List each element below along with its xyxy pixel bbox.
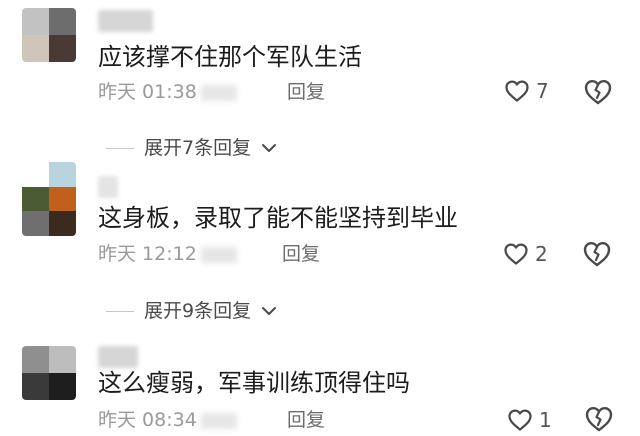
broken-heart-icon[interactable] [582,240,612,268]
avatar[interactable] [22,8,76,62]
chevron-down-icon [262,307,277,315]
expand-replies[interactable]: 展开9条回复 [106,299,277,323]
location-redacted [200,246,237,263]
comment-text: 应该撑不住那个军队生活 [98,43,362,71]
broken-heart-icon[interactable] [583,78,613,106]
username-redacted [98,176,118,198]
reply-button[interactable]: 回复 [287,80,325,104]
heart-outline-icon [504,243,528,265]
divider-line [106,310,134,312]
avatar[interactable] [22,162,76,236]
location-redacted [200,84,237,101]
comment-timestamp: 昨天 01:38 [98,80,237,104]
comment-timestamp: 昨天 12:12 [98,242,237,266]
like-count: 7 [536,79,549,103]
username-redacted [98,346,138,368]
divider-line [106,147,134,149]
expand-replies[interactable]: 展开7条回复 [106,136,277,160]
chevron-down-icon [262,144,277,152]
username-redacted [98,10,153,32]
timestamp-text: 昨天 12:12 [98,243,197,265]
like-count: 2 [535,242,548,266]
expand-replies-label: 展开7条回复 [144,137,252,159]
like-button[interactable]: 7 [504,79,549,103]
reply-button[interactable]: 回复 [282,242,320,266]
comment-text: 这么瘦弱，军事训练顶得住吗 [98,369,410,397]
comment-text: 这身板，录取了能不能坚持到毕业 [98,204,458,232]
heart-outline-icon [508,409,532,431]
heart-outline-icon [505,80,529,102]
like-count: 1 [539,408,552,432]
expand-replies-label: 展开9条回复 [144,300,252,322]
broken-heart-icon[interactable] [584,405,614,433]
comment-timestamp: 昨天 08:34 [98,408,237,432]
like-button[interactable]: 2 [503,242,548,266]
timestamp-text: 昨天 08:34 [98,409,197,431]
location-redacted [200,412,237,429]
timestamp-text: 昨天 01:38 [98,81,197,103]
avatar[interactable] [22,346,76,400]
like-button[interactable]: 1 [507,408,552,432]
reply-button[interactable]: 回复 [287,408,325,432]
